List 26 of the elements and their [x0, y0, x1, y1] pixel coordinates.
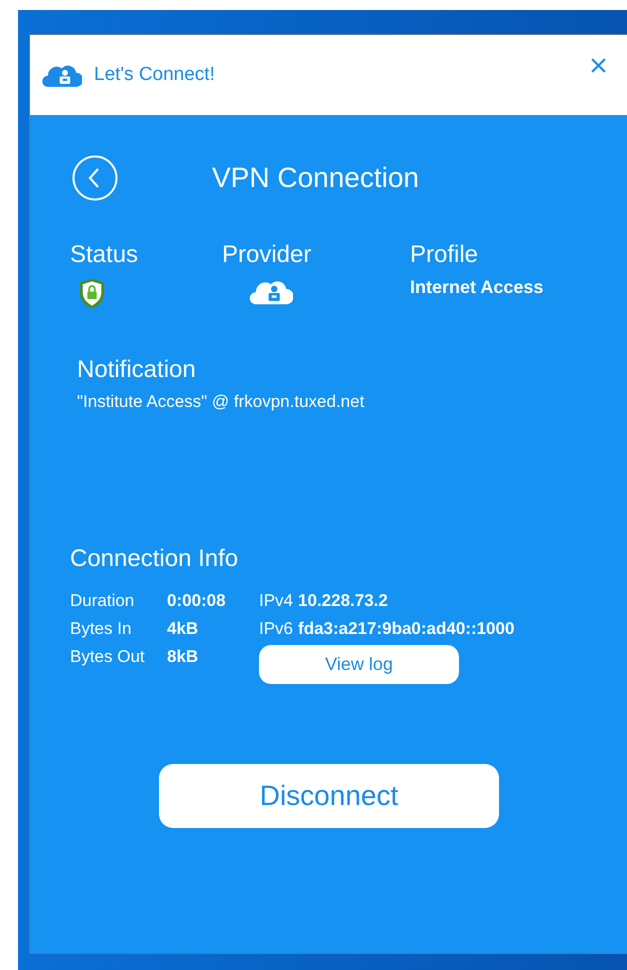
info-label: Bytes Out	[70, 647, 146, 667]
window-title: Let's Connect!	[94, 64, 216, 86]
back-icon[interactable]	[72, 155, 118, 201]
view-log-button[interactable]: View log	[259, 645, 459, 684]
summary-label: Status	[70, 241, 138, 269]
info-label: IPv6	[259, 619, 294, 639]
info-value: 0:00:08	[167, 591, 226, 611]
cloud-icon	[42, 64, 82, 88]
summary-label: Profile	[410, 241, 480, 269]
cloud-icon	[249, 281, 293, 305]
info-label: Bytes In	[70, 619, 132, 639]
close-icon[interactable]	[590, 57, 607, 74]
info-value: 10.228.73.2	[298, 591, 388, 611]
section-heading: Notification	[77, 356, 197, 384]
disconnect-button[interactable]: Disconnect	[159, 764, 499, 828]
info-value: 4kB	[167, 619, 198, 639]
info-value: fda3:a217:9ba0:ad40::1000	[298, 619, 514, 639]
notification-text: "Institute Access" @ frkovpn.tuxed.net	[77, 392, 366, 412]
profile-name: Internet Access	[410, 277, 544, 298]
summary-label: Provider	[222, 241, 312, 269]
info-label: Duration	[70, 591, 136, 611]
info-label: IPv4	[259, 591, 294, 611]
section-heading: Connection Info	[70, 545, 240, 573]
page-title: VPN Connection	[212, 162, 420, 194]
info-value: 8kB	[167, 647, 198, 667]
shield-lock-icon	[79, 277, 105, 310]
